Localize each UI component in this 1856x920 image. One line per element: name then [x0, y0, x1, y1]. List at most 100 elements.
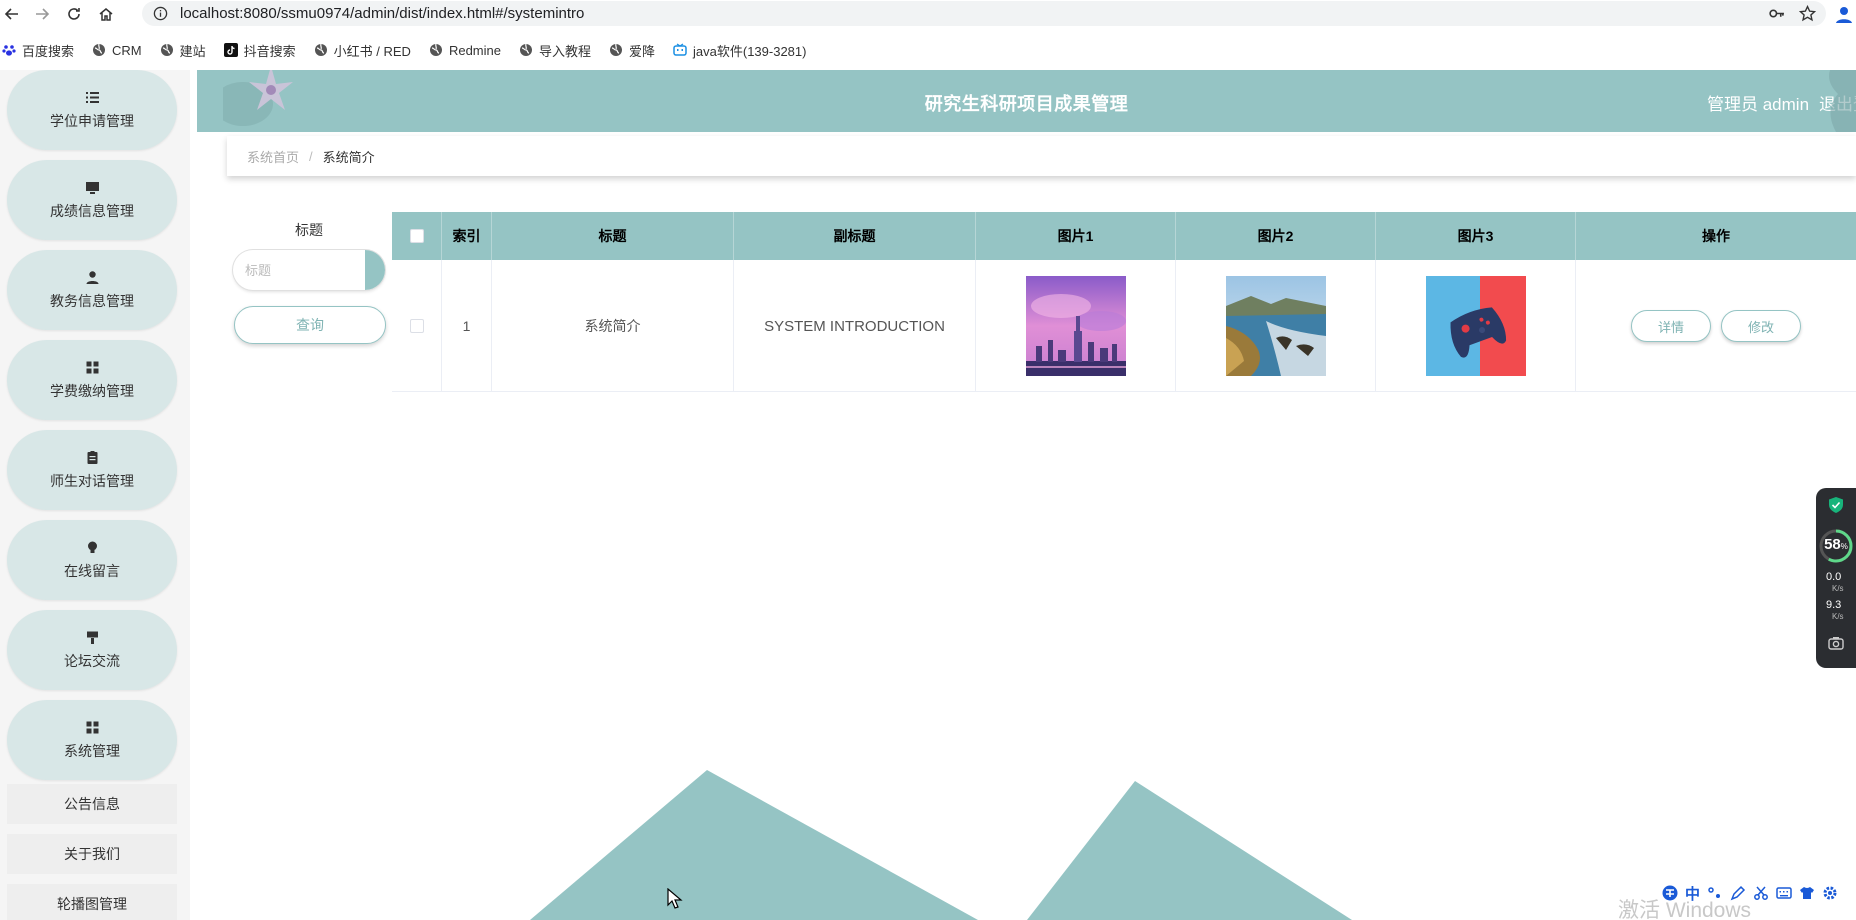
select-all-checkbox[interactable]	[409, 229, 424, 243]
gamepad-thumbnail	[1425, 276, 1526, 376]
bookmark-crm[interactable]: CRM	[92, 43, 142, 58]
back-button[interactable]	[0, 2, 24, 26]
memory-percent: 58%	[1818, 536, 1854, 553]
bookmark-java[interactable]: java软件(139-3281)	[673, 41, 806, 60]
submenu-item-carousel[interactable]: 轮播图管理	[7, 884, 177, 920]
city-skyline-thumbnail	[1025, 276, 1126, 376]
coastline-thumbnail	[1225, 276, 1326, 376]
camera-icon[interactable]	[1828, 636, 1844, 650]
url-text[interactable]: localhost:8080/ssmu0974/admin/dist/index…	[180, 5, 584, 22]
sidebar: 学位申请管理 成绩信息管理 教务信息管理 学费缴纳管理 师生对话管理 在线留言	[0, 70, 190, 920]
sidebar-item-label: 在线留言	[64, 562, 120, 579]
bookmark-baidu[interactable]: 百度搜索	[2, 41, 74, 60]
bookmark-label: Redmine	[448, 42, 501, 58]
key-icon[interactable]	[1768, 5, 1785, 22]
column-header-image1: 图片1	[976, 212, 1176, 260]
sidebar-item-label: 学费缴纳管理	[50, 382, 134, 399]
site-info-icon[interactable]	[152, 6, 168, 22]
bookmarks-bar: 百度搜索 CRM 建站 抖音搜索 小红书 / RED Redmine 导入教程 …	[0, 36, 1856, 64]
sidebar-item-label: 师生对话管理	[50, 472, 134, 489]
bookmark-douyin[interactable]: 抖音搜索	[223, 41, 296, 60]
column-header-actions: 操作	[1702, 228, 1730, 244]
bookmark-jianzhan[interactable]: 建站	[160, 41, 206, 60]
reload-button[interactable]	[62, 2, 86, 26]
column-header-index: 索引	[442, 212, 492, 260]
sidebar-item-label: 系统管理	[64, 742, 120, 759]
submenu-item-about-us[interactable]: 关于我们	[7, 834, 177, 874]
search-title-input[interactable]	[233, 250, 365, 290]
bookmark-label: CRM	[112, 42, 142, 58]
corner-decoration-icon	[1829, 70, 1856, 132]
tv-icon	[673, 43, 687, 56]
address-bar[interactable]: localhost:8080/ssmu0974/admin/dist/index…	[142, 1, 1826, 26]
system-monitor-widget[interactable]: 58% 0.0 K/s 9.3 K/s	[1816, 488, 1856, 668]
bookmark-label: 抖音搜索	[243, 43, 296, 59]
globe-icon	[314, 43, 327, 56]
pen-icon[interactable]	[1730, 885, 1746, 901]
back-arrow-icon	[4, 8, 18, 20]
table-header: 索引 标题 副标题 图片1 图片2 图片3 操作	[392, 212, 1856, 260]
keyboard-icon[interactable]	[1776, 885, 1792, 901]
grid-icon	[84, 360, 100, 376]
ime-chinese-mode[interactable]: 中	[1685, 883, 1700, 904]
reload-icon	[68, 8, 80, 20]
ime-toolbar: 中	[1662, 881, 1856, 905]
download-speed-unit: K/s	[1832, 612, 1844, 621]
sidebar-item-dialogue[interactable]: 师生对话管理	[7, 430, 177, 510]
bookmark-label: 百度搜索	[22, 43, 75, 59]
sidebar-item-system[interactable]: 系统管理	[7, 700, 177, 780]
header-select-all[interactable]	[392, 212, 442, 260]
bookmark-star-icon[interactable]	[1799, 5, 1816, 22]
sidebar-item-tuition[interactable]: 学费缴纳管理	[7, 340, 177, 420]
brush-icon	[84, 630, 100, 646]
forward-arrow-icon	[36, 8, 50, 20]
sidebar-item-label: 成绩信息管理	[50, 202, 134, 219]
breadcrumb-home[interactable]: 系统首页	[247, 147, 299, 166]
sidebar-item-messages[interactable]: 在线留言	[7, 520, 177, 600]
sidebar-item-forum[interactable]: 论坛交流	[7, 610, 177, 690]
detail-button[interactable]: 详情	[1631, 310, 1711, 342]
upload-speed-unit: K/s	[1832, 584, 1844, 593]
row-checkbox[interactable]	[409, 319, 424, 333]
row-image3-cell	[1376, 260, 1576, 392]
sidebar-item-label: 论坛交流	[64, 652, 120, 669]
punctuation-icon[interactable]	[1707, 885, 1723, 901]
row-actions: 详情 修改	[1576, 260, 1856, 392]
skin-shirt-icon[interactable]	[1799, 885, 1815, 901]
search-field	[233, 250, 385, 290]
globe-icon	[160, 43, 173, 56]
sidebar-item-academic-affairs[interactable]: 教务信息管理	[7, 250, 177, 330]
memory-percent-unit: %	[1840, 542, 1848, 551]
globe-icon	[610, 43, 622, 56]
bookmark-label: 爱降	[629, 43, 656, 59]
bookmark-aijiang[interactable]: 爱降	[609, 41, 655, 60]
bookmark-import-guide[interactable]: 导入教程	[519, 41, 591, 60]
row-image1-cell	[976, 260, 1176, 392]
sidebar-item-degree-application[interactable]: 学位申请管理	[7, 70, 177, 150]
ime-logo-icon[interactable]	[1662, 885, 1678, 901]
breadcrumb: 系统首页 / 系统简介	[227, 136, 1856, 176]
row-subtitle: SYSTEM INTRODUCTION	[734, 260, 976, 392]
row-title: 系统简介	[492, 260, 734, 392]
sidebar-item-label: 教务信息管理	[50, 292, 134, 309]
row-select-cell[interactable]	[392, 260, 442, 392]
home-icon	[99, 8, 113, 21]
browser-toolbar: localhost:8080/ssmu0974/admin/dist/index…	[0, 0, 1856, 28]
edit-button[interactable]: 修改	[1721, 310, 1801, 342]
search-input-cap	[365, 250, 385, 290]
bookmark-redmine[interactable]: Redmine	[429, 43, 501, 58]
settings-gear-icon[interactable]	[1822, 885, 1838, 901]
sidebar-item-grades[interactable]: 成绩信息管理	[7, 160, 177, 240]
scissors-icon[interactable]	[1753, 885, 1769, 901]
submenu-item-announcements[interactable]: 公告信息	[7, 784, 177, 824]
forward-button[interactable]	[30, 2, 54, 26]
breadcrumb-separator: /	[309, 148, 313, 164]
bookmark-xiaohongshu[interactable]: 小红书 / RED	[314, 41, 411, 60]
upload-speed: 0.0 K/s	[1826, 572, 1854, 594]
column-header-subtitle: 副标题	[734, 212, 976, 260]
list-icon	[84, 90, 100, 106]
query-button[interactable]: 查询	[234, 306, 386, 344]
profile-icon[interactable]	[1834, 4, 1854, 24]
home-button[interactable]	[94, 2, 118, 26]
row-index: 1	[442, 260, 492, 392]
